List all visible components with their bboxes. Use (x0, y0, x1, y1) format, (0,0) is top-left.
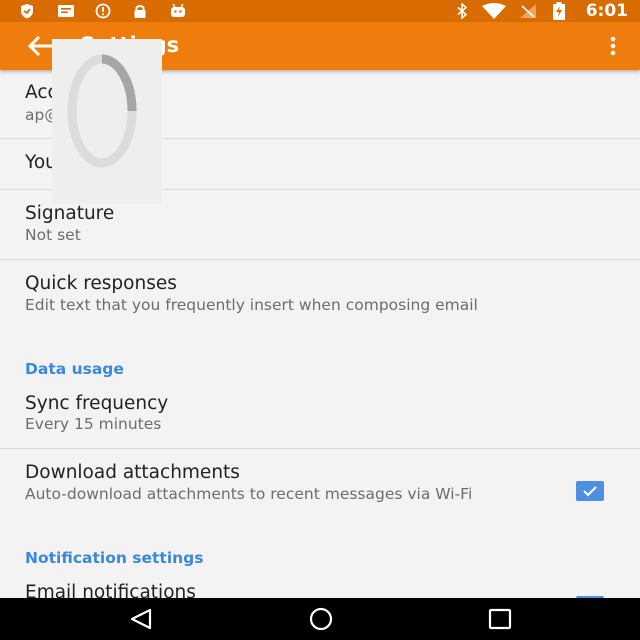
setting-email-notifications[interactable]: Email notifications (0, 572, 640, 598)
home-circle-icon (309, 607, 333, 631)
recents-square-icon (488, 608, 512, 630)
setting-summary: Edit text that you frequently insert whe… (25, 296, 478, 314)
download-attachments-checkbox[interactable] (576, 481, 604, 501)
setting-download-attachments[interactable]: Download attachments Auto-download attac… (0, 449, 640, 529)
shield-icon (18, 3, 36, 19)
more-vert-icon (610, 36, 616, 56)
setting-summary: Not set (25, 226, 81, 244)
status-bar: 6:01 (0, 0, 640, 22)
loading-spinner-icon (67, 54, 137, 168)
setting-title: Download attachments (25, 462, 240, 483)
navigation-bar (0, 598, 640, 640)
setting-title: Sync frequency (25, 393, 169, 414)
setting-summary: Auto-download attachments to recent mess… (25, 485, 473, 503)
alert-icon (94, 3, 112, 19)
wifi-icon (480, 3, 508, 19)
section-header-data-usage: Data usage (25, 360, 124, 378)
setting-title: Quick responses (25, 273, 177, 294)
no-signal-icon (518, 3, 538, 19)
setting-title: Email notifications (25, 582, 196, 598)
bluetooth-icon (455, 3, 469, 19)
status-time: 6:01 (585, 1, 628, 21)
battery-icon (551, 2, 567, 20)
message-icon (56, 3, 76, 19)
check-icon (583, 486, 597, 497)
setting-quick-responses[interactable]: Quick responses Edit text that you frequ… (0, 260, 640, 350)
nav-home-button[interactable] (306, 607, 336, 631)
setting-summary: Every 15 minutes (25, 415, 162, 433)
android-icon (168, 3, 188, 19)
back-triangle-icon (130, 608, 152, 630)
lock-icon (132, 3, 148, 19)
section-header-notification-settings: Notification settings (25, 549, 204, 567)
nav-back-button[interactable] (128, 607, 154, 631)
overflow-menu-button[interactable] (608, 34, 618, 58)
setting-sync-frequency[interactable]: Sync frequency Every 15 minutes (0, 383, 640, 448)
setting-title: Signature (25, 203, 115, 224)
nav-recents-button[interactable] (487, 607, 513, 631)
loading-overlay (52, 39, 162, 204)
back-arrow-icon (27, 35, 52, 57)
